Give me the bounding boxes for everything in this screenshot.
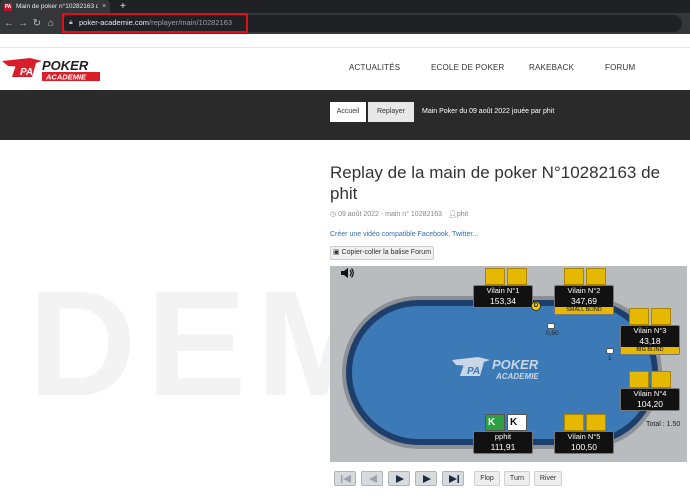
nav-actualites[interactable]: ACTUALITÉS [349,63,400,72]
user-icon: 👤︎ [448,211,457,218]
card-back [564,268,584,285]
card-back [485,268,505,285]
big-blind-chip [606,348,614,354]
hero-card-king-spades: K [507,414,527,431]
create-video-link[interactable]: Créer une vidéo compatible Facebook, Twi… [330,231,478,238]
seat-vilain1[interactable]: Vilain N°1 153,34 [473,285,533,308]
poker-academie-logo[interactable]: PA POKER ACADEMIE [2,55,102,83]
player-stack: 100,50 [571,442,597,452]
skip-start-icon [341,475,351,483]
site-favicon-icon: PA [4,2,12,11]
vilain5-cards [564,414,606,431]
meta-date: 09 août 2022 - main n° 10282163 [338,211,443,218]
breadcrumb-replayer[interactable]: Replayer [368,102,414,122]
forward-arrow-icon[interactable]: → [16,13,30,34]
seat-vilain4[interactable]: Vilain N°4 104,20 [620,388,680,411]
breadcrumb-current: Main Poker du 09 août 2022 jouée par phi… [422,108,555,115]
seat-vilain5[interactable]: Vilain N°5 100,50 [554,431,614,454]
first-step-button[interactable] [334,471,356,486]
vilain3-cards [629,308,671,325]
card-back [507,268,527,285]
breadcrumb-home[interactable]: Accueil [330,102,366,122]
new-tab-button[interactable]: + [120,0,126,13]
player-name: Vilain N°2 [567,286,601,295]
clock-icon: ◷ [330,211,337,218]
card-back [564,414,584,431]
step-forward-icon [423,475,431,483]
vilain4-cards [629,371,671,388]
small-blind-badge: SMALL BLIND [555,307,613,314]
svg-text:PA: PA [20,67,33,78]
felt-logo: PA POKER ACADEMIE [452,357,539,381]
nav-forum[interactable]: FORUM [605,63,635,72]
next-step-button[interactable] [415,471,437,486]
back-arrow-icon[interactable]: ← [2,13,16,34]
player-name: Vilain N°1 [486,286,520,295]
previous-step-button[interactable] [361,471,383,486]
turn-button[interactable]: Turn [504,471,530,486]
river-button[interactable]: River [534,471,562,486]
card-back [586,268,606,285]
play-icon [396,475,404,483]
player-name: Vilain N°3 [633,326,667,335]
player-name: pphit [494,432,512,441]
seat-vilain3[interactable]: Vilain N°3 43,18 BIG BLIND [620,325,680,355]
player-name: Vilain N°4 [633,389,667,398]
nav-rakeback[interactable]: RAKEBACK [529,63,574,72]
pot-total: Total : 1.50 [646,421,681,428]
card-back [586,414,606,431]
card-back [629,308,649,325]
play-button[interactable] [388,471,410,486]
player-stack: 104,20 [637,399,663,409]
last-step-button[interactable] [442,471,464,486]
hand-meta: ◷ 09 août 2022 - main n° 10282163 👤︎phit [330,210,468,218]
flop-button[interactable]: Flop [474,471,500,486]
player-stack: 111,91 [490,442,516,452]
home-icon[interactable]: ⌂ [44,13,58,34]
card-back [651,308,671,325]
nav-ecole-de-poker[interactable]: ECOLE DE POKER [431,63,505,72]
step-back-icon [369,475,377,483]
small-blind-bet: 0,50 [546,330,559,337]
svg-text:ACADEMIE: ACADEMIE [495,372,539,381]
small-blind-chip [547,323,555,329]
copy-forum-tag-button[interactable]: ▣ Copier-coller la balise Forum [330,246,434,260]
tab-close-icon[interactable]: × [102,3,106,10]
page-title: Replay de la main de poker N°10282163 de… [330,163,661,203]
big-blind-bet: 1 [608,355,612,362]
copy-forum-tag-label: Copier-coller la balise Forum [341,249,432,256]
browser-tab[interactable]: PA Main de poker n°10282163 du 09 × [0,0,110,13]
player-stack: 153,34 [490,296,516,306]
meta-author[interactable]: phit [457,211,468,218]
player-name: Vilain N°5 [567,432,601,441]
svg-text:ACADEMIE: ACADEMIE [45,73,87,82]
reload-icon[interactable]: ↻ [30,13,44,34]
card-back [629,371,649,388]
big-blind-badge: BIG BLIND [621,347,679,354]
url-highlight-box [62,13,248,33]
vilain2-cards [564,268,606,285]
vilain1-cards [485,268,527,285]
page-top-bar [0,34,690,48]
card-back [651,371,671,388]
player-stack: 347,69 [571,296,597,306]
seat-hero[interactable]: pphit 111,91 [473,431,533,454]
hero-cards: K K [485,414,527,431]
hero-card-king-clubs: K [485,414,505,431]
svg-text:POKER: POKER [492,357,539,372]
seat-vilain2[interactable]: Vilain N°2 347,69 SMALL BLIND [554,285,614,315]
dealer-button: D [531,301,541,311]
player-stack: 43,18 [639,336,661,346]
skip-end-icon [449,475,459,483]
clipboard-icon: ▣ [332,249,340,256]
tab-title: Main de poker n°10282163 du 09 [16,3,98,10]
svg-text:POKER: POKER [42,58,89,73]
svg-text:PA: PA [467,366,480,377]
sound-icon[interactable] [340,267,354,279]
